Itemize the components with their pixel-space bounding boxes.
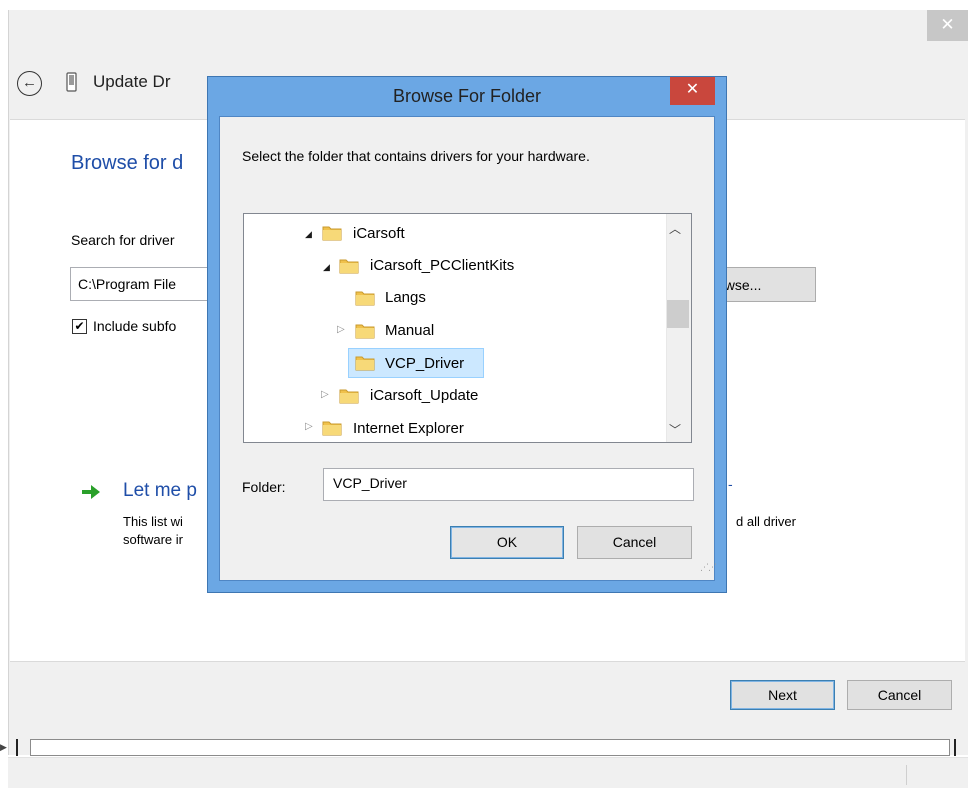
tree-item-label[interactable]: Langs: [385, 289, 426, 306]
tree-item-label[interactable]: Manual: [385, 322, 434, 339]
wizard-cancel-button[interactable]: Cancel: [847, 680, 952, 710]
folder-tree[interactable]: [243, 213, 692, 443]
collapsed-arrow-icon[interactable]: ▷: [337, 324, 345, 335]
dialog-title: Browse For Folder: [392, 86, 542, 106]
search-location-label: Search for driver: [71, 232, 175, 248]
folder-icon: [322, 421, 342, 436]
folder-icon: [322, 226, 342, 241]
green-arrow-icon: [82, 485, 100, 499]
let-me-pick-description: software ir: [123, 532, 183, 547]
horizontal-scrollbar-track[interactable]: [30, 739, 950, 756]
scroll-down-arrow-icon[interactable]: ﹀: [669, 421, 681, 438]
tree-vertical-scrollbar[interactable]: [666, 214, 691, 442]
ok-button[interactable]: OK: [450, 526, 564, 559]
folder-icon: [355, 324, 375, 339]
let-me-pick-description: d all driver: [736, 514, 796, 529]
collapsed-arrow-icon[interactable]: ▷: [305, 421, 313, 432]
let-me-pick-description: This list wi: [123, 514, 183, 529]
scroll-up-arrow-icon[interactable]: ︿: [669, 220, 681, 237]
dialog-cancel-button[interactable]: Cancel: [577, 526, 692, 559]
back-arrow-icon[interactable]: ←: [17, 71, 42, 96]
tree-item-label-selected[interactable]: VCP_Driver: [385, 355, 464, 372]
expanded-arrow-icon[interactable]: ◢: [305, 229, 312, 240]
scrollbar-thumb[interactable]: [667, 300, 689, 328]
scroll-left-arrow-icon[interactable]: ▶: [0, 740, 10, 755]
folder-icon: [339, 259, 359, 274]
expanded-arrow-icon[interactable]: ◢: [323, 262, 330, 273]
folder-icon: [339, 389, 359, 404]
next-button[interactable]: Next: [730, 680, 835, 710]
folder-input[interactable]: VCP_Driver: [323, 468, 694, 501]
let-me-pick-link-tail: -: [728, 476, 733, 492]
wizard-heading: Browse for d: [71, 152, 184, 174]
resize-grip-icon[interactable]: ⋰⋰: [700, 562, 717, 573]
folder-icon: [355, 291, 375, 306]
dialog-close-button[interactable]: ✕: [670, 77, 715, 105]
collapsed-arrow-icon[interactable]: ▷: [321, 389, 329, 400]
include-subfolders-checkbox[interactable]: ✔: [72, 319, 87, 334]
wizard-close-button[interactable]: ✕: [927, 10, 968, 41]
tree-item-label[interactable]: iCarsoft: [353, 225, 405, 242]
tree-item-label[interactable]: Internet Explorer: [353, 420, 464, 437]
tree-item-label[interactable]: iCarsoft_PCClientKits: [370, 257, 514, 274]
let-me-pick-link[interactable]: Let me p: [123, 480, 197, 502]
device-icon: [66, 72, 77, 92]
tree-item-label[interactable]: iCarsoft_Update: [370, 387, 478, 404]
include-subfolders-label: Include subfo: [93, 318, 177, 334]
folder-label: Folder:: [242, 479, 286, 495]
wizard-title: Update Dr: [93, 72, 171, 91]
status-bar-divider: [906, 765, 907, 785]
folder-icon: [355, 356, 375, 371]
dialog-instructions: Select the folder that contains drivers …: [242, 148, 590, 164]
status-bar: [8, 757, 968, 788]
